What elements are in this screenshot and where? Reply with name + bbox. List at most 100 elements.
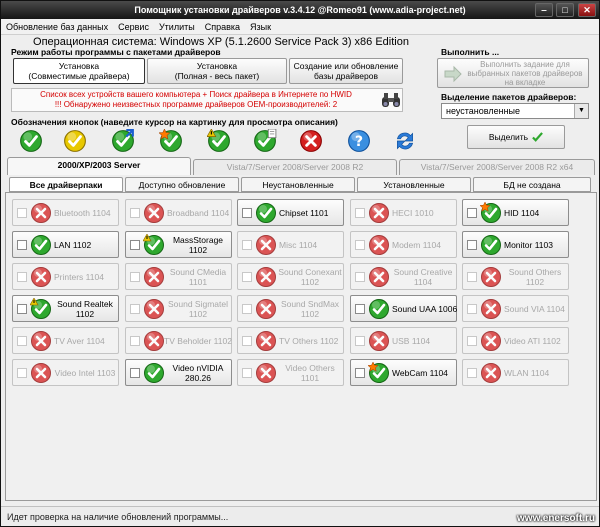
- driver-checkbox[interactable]: [355, 304, 365, 314]
- execute-title: Выполнить ...: [441, 47, 500, 57]
- driver-pack-item: HECI 1010: [350, 199, 457, 226]
- driver-pack-item[interactable]: Monitor 1103: [462, 231, 569, 258]
- green-check-icon: [481, 235, 501, 255]
- green-check-warning-icon: [143, 234, 164, 255]
- driver-label: Sound Realtek 1102: [57, 298, 113, 319]
- red-x-icon: [31, 267, 51, 287]
- red-x-icon: [369, 203, 389, 223]
- menu-update-db[interactable]: Обновление баз данных: [1, 19, 113, 35]
- tab-vista-x64[interactable]: Vista/7/Server 2008/Server 2008 R2 x64: [399, 159, 595, 175]
- driver-checkbox: [17, 208, 27, 218]
- driver-label: Sound SndMax 1102: [280, 298, 340, 319]
- red-x-icon: [481, 363, 501, 383]
- driver-pack-item: Video Others 1101: [237, 359, 344, 386]
- legend-green-check-star-icon[interactable]: [159, 129, 183, 153]
- tab-no-db[interactable]: БД не создана: [473, 177, 591, 192]
- driver-checkbox[interactable]: [355, 368, 365, 378]
- red-x-icon: [31, 331, 51, 351]
- driver-pack-item[interactable]: WebCam 1104: [350, 359, 457, 386]
- tab-vista-x86[interactable]: Vista/7/Server 2008/Server 2008 R2: [193, 159, 397, 175]
- legend-green-check-warning-icon[interactable]: [207, 129, 231, 153]
- driver-checkbox: [242, 272, 252, 282]
- close-button[interactable]: ✕: [578, 3, 596, 17]
- red-x-icon: [369, 267, 389, 287]
- driver-label: Modem 1104: [392, 239, 441, 250]
- legend-yellow-check-icon[interactable]: [63, 129, 87, 153]
- driver-checkbox: [130, 208, 140, 218]
- driver-checkbox: [355, 272, 365, 282]
- driver-checkbox[interactable]: [17, 304, 27, 314]
- device-list-banner[interactable]: Список всех устройств вашего компьютера …: [11, 88, 403, 112]
- driver-checkbox[interactable]: [17, 240, 27, 250]
- driver-pack-item[interactable]: LAN 1102: [12, 231, 119, 258]
- red-x-icon: [31, 363, 51, 383]
- create-db-line1: Создание или обновление: [293, 61, 399, 71]
- legend-red-x-icon[interactable]: [299, 129, 323, 153]
- driver-checkbox: [242, 336, 252, 346]
- tab-updates[interactable]: Доступно обновление: [125, 177, 239, 192]
- binoculars-icon[interactable]: [381, 91, 401, 109]
- mode-compatible-line2: (Совместимые драйвера): [28, 71, 130, 81]
- banner-line2: !!! Обнаружено неизвестных программе дра…: [54, 100, 338, 109]
- driver-pack-item[interactable]: HID 1104: [462, 199, 569, 226]
- driver-pack-item: TV Beholder 1102: [125, 327, 232, 354]
- svg-text:?: ?: [355, 134, 363, 150]
- red-x-icon: [369, 331, 389, 351]
- driver-label: Monitor 1103: [504, 239, 553, 250]
- driver-pack-item: Sound Sigmatel 1102: [125, 295, 232, 322]
- legend-refresh-arrows-icon[interactable]: [393, 129, 417, 153]
- red-x-icon: [481, 331, 501, 351]
- create-db-line2: базы драйверов: [314, 71, 378, 81]
- tab-xp[interactable]: 2000/XP/2003 Server: [7, 157, 191, 175]
- mode-full-button[interactable]: Установка (Полная - весь пакет): [147, 58, 287, 84]
- driver-pack-item[interactable]: Video nVIDIA 280.26: [125, 359, 232, 386]
- status-text: Идет проверка на наличие обновлений прог…: [7, 512, 229, 522]
- driver-pack-item: Sound SndMax 1102: [237, 295, 344, 322]
- red-x-icon: [256, 299, 276, 319]
- red-x-icon: [144, 331, 164, 351]
- chevron-down-icon[interactable]: ▼: [574, 104, 588, 118]
- driver-checkbox[interactable]: [467, 240, 477, 250]
- red-x-icon: [481, 299, 501, 319]
- select-button[interactable]: Выделить: [467, 125, 565, 149]
- maximize-button[interactable]: □: [556, 3, 574, 17]
- driver-label: TV Others 1102: [279, 335, 339, 346]
- window-title: Помощник установки драйверов v.3.4.12 @R…: [134, 5, 466, 15]
- menu-help[interactable]: Справка: [200, 19, 245, 35]
- green-check-icon: [369, 299, 389, 319]
- selection-dropdown[interactable]: неустановленные ▼: [441, 103, 589, 119]
- tab-not-installed[interactable]: Неустановленные: [241, 177, 355, 192]
- driver-pack-item[interactable]: Sound UAA 1006: [350, 295, 457, 322]
- driver-checkbox[interactable]: [130, 240, 140, 250]
- create-db-button[interactable]: Создание или обновление базы драйверов: [289, 58, 403, 84]
- driver-label: LAN 1102: [54, 239, 92, 250]
- driver-checkbox[interactable]: [242, 208, 252, 218]
- legend-green-check-icon[interactable]: [19, 129, 43, 153]
- driver-pack-item[interactable]: MassStorage 1102: [125, 231, 232, 258]
- tab-installed[interactable]: Установленные: [357, 177, 471, 192]
- red-x-icon: [144, 299, 164, 319]
- legend-green-check-note-icon[interactable]: [253, 129, 277, 153]
- legend-help-question-icon[interactable]: ?: [347, 129, 371, 153]
- title-bar[interactable]: Помощник установки драйверов v.3.4.12 @R…: [1, 1, 599, 19]
- mode-compatible-button[interactable]: Установка (Совместимые драйвера): [13, 58, 145, 84]
- driver-label: HID 1104: [504, 207, 540, 218]
- menu-service[interactable]: Сервис: [113, 19, 154, 35]
- driver-checkbox[interactable]: [130, 368, 140, 378]
- driver-label: Video ATI 1102: [504, 335, 561, 346]
- execute-button[interactable]: Выполнить задание для выбранных пакетов …: [437, 58, 589, 88]
- main-window: Помощник установки драйверов v.3.4.12 @R…: [0, 0, 600, 527]
- driver-checkbox[interactable]: [467, 208, 477, 218]
- driver-checkbox: [467, 272, 477, 282]
- minimize-button[interactable]: ‒: [535, 3, 553, 17]
- driver-pack-item: Modem 1104: [350, 231, 457, 258]
- driver-checkbox: [355, 208, 365, 218]
- tab-all-packs[interactable]: Все драйверпаки: [9, 177, 123, 192]
- menu-language[interactable]: Язык: [245, 19, 276, 35]
- green-check-icon: [256, 203, 276, 223]
- legend-green-check-arrow-icon[interactable]: [111, 129, 135, 153]
- driver-pack-item[interactable]: Sound Realtek 1102: [12, 295, 119, 322]
- driver-pack-item[interactable]: Chipset 1101: [237, 199, 344, 226]
- green-check-icon: [31, 235, 51, 255]
- menu-utilities[interactable]: Утилиты: [154, 19, 200, 35]
